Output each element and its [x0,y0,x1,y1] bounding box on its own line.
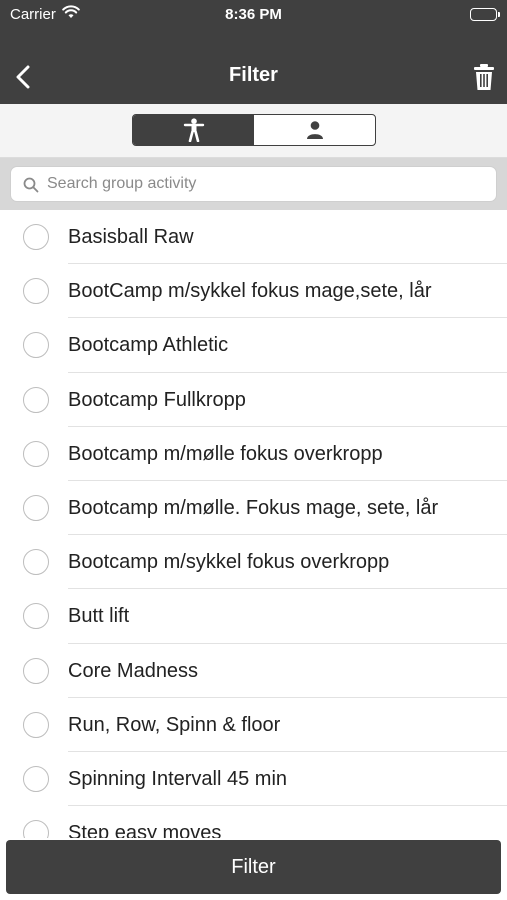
list-item-label: Basisball Raw [68,226,194,248]
list-item-label: Spinning Intervall 45 min [68,767,288,790]
status-bar: Carrier 8:36 PM [0,0,507,30]
list-item[interactable]: Bootcamp m/mølle. Fokus mage, sete, lår [0,481,507,536]
list-item-label: Step easy moves [68,822,222,838]
list-item[interactable]: Bootcamp m/sykkel fokus overkropp [0,535,507,590]
list-item[interactable]: Butt lift [0,589,507,644]
page-title: Filter [229,64,278,86]
list-item-label: Bootcamp m/mølle fokus overkropp [68,442,383,465]
person-activity-icon [183,118,204,142]
trash-icon [474,64,494,90]
radio-button[interactable] [23,224,49,250]
navigation-bar: Filter [0,30,507,104]
list-item[interactable]: BootCamp m/sykkel fokus mage,sete, lår [0,264,507,319]
list-item-label: Run, Row, Spinn & floor [68,713,281,736]
segment-group-activity[interactable] [133,115,254,145]
search-input[interactable] [47,167,487,201]
segment-bar [0,104,507,158]
search-icon [23,177,39,198]
list-item[interactable]: Bootcamp m/mølle fokus overkropp [0,427,507,481]
radio-button[interactable] [23,711,49,738]
filter-button[interactable]: Filter [6,840,501,894]
radio-button[interactable] [23,765,49,792]
list-item-label: Bootcamp m/sykkel fokus overkropp [68,551,390,574]
list-item[interactable]: Bootcamp Fullkropp [0,373,507,427]
list-item-label: Butt lift [68,605,130,628]
list-item-label: Bootcamp m/mølle. Fokus mage, sete, lår [68,496,439,519]
list-item[interactable]: Run, Row, Spinn & floor [0,698,507,752]
list-item-label: Bootcamp Fullkropp [68,388,246,411]
radio-button[interactable] [23,440,49,467]
activity-list: Basisball Raw BootCamp m/sykkel fokus mag… [0,210,507,838]
radio-button[interactable] [23,332,49,359]
segment-instructor[interactable] [254,115,375,145]
list-item[interactable]: Basisball Raw [0,210,507,265]
radio-button[interactable] [23,603,49,630]
radio-button[interactable] [23,386,49,413]
radio-button[interactable] [23,820,49,838]
list-item-label: Core Madness [68,659,199,682]
search-field[interactable] [10,166,497,202]
list-item[interactable]: Bootcamp Athletic [0,318,507,373]
list-item[interactable]: Spinning Intervall 45 min [0,752,507,807]
radio-button[interactable] [23,494,49,521]
person-icon [306,121,323,139]
list-item-label: BootCamp m/sykkel fokus mage,sete, lår [68,280,432,303]
clear-filter-button[interactable] [469,60,499,94]
search-bar [0,158,507,210]
list-item-label: Bootcamp Athletic [68,334,229,357]
clock-time: 8:36 PM [225,6,282,23]
radio-button[interactable] [23,657,49,684]
list-item[interactable]: Step easy moves [0,806,507,838]
list-item[interactable]: Core Madness [0,644,507,698]
battery-icon [470,8,500,21]
radio-button[interactable] [23,278,49,305]
radio-button[interactable] [23,549,49,576]
segmented-control [132,114,376,146]
